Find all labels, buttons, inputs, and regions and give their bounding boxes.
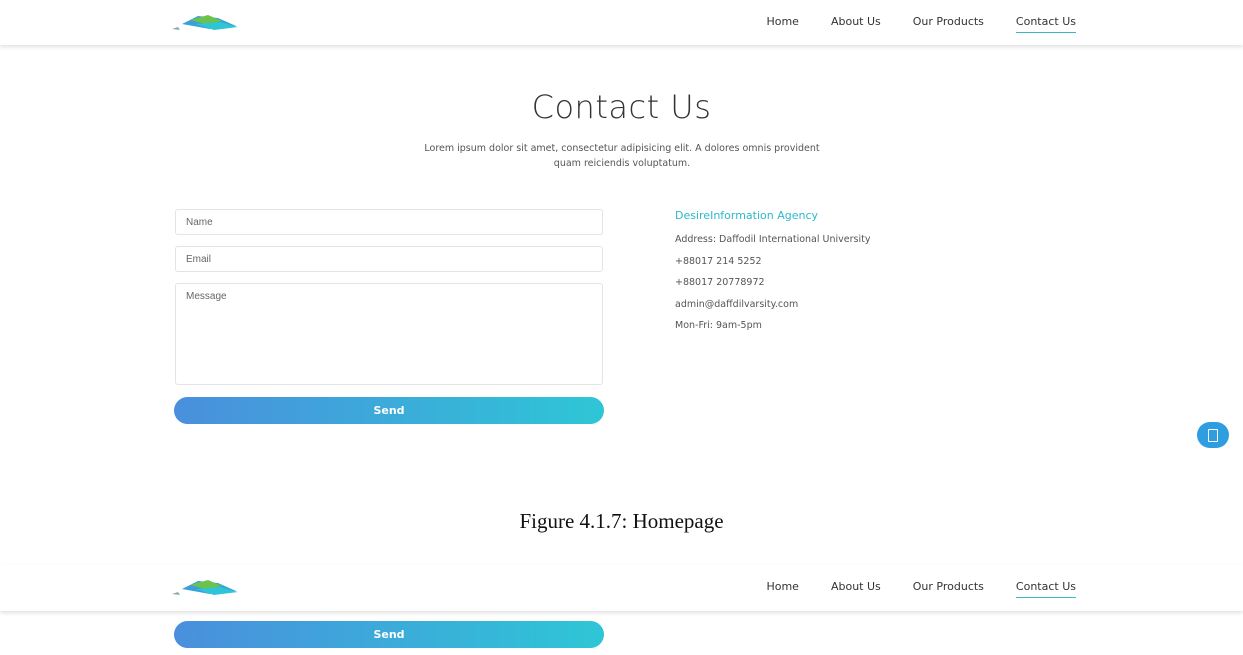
nav-menu: Home About Us Our Products Contact Us [766,15,1076,33]
nav-contact-us[interactable]: Contact Us [1015,15,1076,33]
chat-icon [1208,428,1218,442]
hours-text: Mon-Fri: 9am-5pm [675,320,762,331]
nav-about-us[interactable]: About Us [831,15,881,33]
nav-our-products[interactable]: Our Products [913,580,984,598]
agency-name: DesireInformation Agency [675,209,819,222]
phone-2-text: +88017 20778972 [675,277,765,288]
top-navbar: Home About Us Our Products Contact Us [0,0,1243,45]
brand-logo[interactable] [170,12,240,34]
address-text: Address: Daffodil International Universi… [675,234,871,245]
chat-button[interactable] [1197,422,1229,448]
send-button[interactable]: Send [174,397,604,424]
nav-about-us[interactable]: About Us [831,580,881,598]
message-field[interactable]: Message [175,283,603,385]
nav-our-products[interactable]: Our Products [913,15,984,33]
email-text: admin@daffdilvarsity.com [675,298,799,310]
figure-caption: Figure 4.1.7: Homepage [519,509,724,533]
nav-home[interactable]: Home [766,15,798,33]
nav-contact-us[interactable]: Contact Us [1015,580,1076,598]
email-field[interactable]: Email [175,246,603,272]
brand-logo[interactable] [170,577,240,599]
contact-info: DesireInformation Agency Address: Daffod… [675,209,870,342]
page-title: Contact Us [531,88,712,126]
send-button[interactable]: Send [174,621,604,648]
second-navbar: Home About Us Our Products Contact Us [0,565,1243,611]
phone-1-text: +88017 214 5252 [675,255,762,267]
nav-menu: Home About Us Our Products Contact Us [766,580,1076,598]
name-field[interactable]: Name [175,209,603,235]
page-subtitle: Lorem ipsum dolor sit amet, consectetur … [424,143,820,169]
nav-home[interactable]: Home [766,580,798,598]
